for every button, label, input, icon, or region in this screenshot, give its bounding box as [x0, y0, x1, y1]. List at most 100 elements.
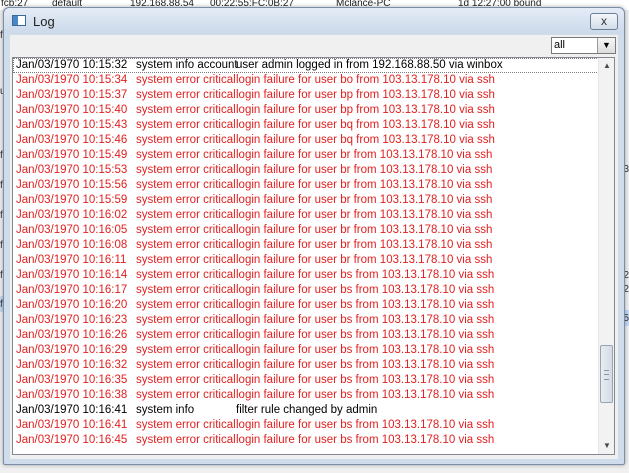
log-topics: system error critical — [136, 164, 236, 176]
log-row[interactable]: Jan/03/1970 10:16:32 system error critica… — [13, 358, 599, 373]
log-topics: system error critical — [136, 209, 236, 221]
log-row[interactable]: Jan/03/1970 10:16:45 system error critica… — [13, 433, 599, 448]
log-message: login failure for user bq from 103.13.17… — [236, 119, 495, 131]
log-time: Jan/03/1970 10:16:35 — [16, 374, 128, 386]
log-time: Jan/03/1970 10:16:11 — [16, 254, 127, 266]
topic-filter-dropdown[interactable]: all ▼ — [551, 37, 616, 54]
log-row[interactable]: Jan/03/1970 10:15:59 system error critica… — [13, 193, 599, 208]
log-row[interactable]: Jan/03/1970 10:16:38 system error critica… — [13, 388, 599, 403]
log-row[interactable]: Jan/03/1970 10:15:49 system error critica… — [13, 148, 599, 163]
log-time: Jan/03/1970 10:16:17 — [16, 284, 128, 296]
log-message: login failure for user bp from 103.13.17… — [236, 104, 495, 116]
log-topics: system error critical — [136, 239, 236, 251]
log-row[interactable]: Jan/03/1970 10:16:20 system error critica… — [13, 298, 599, 313]
log-row[interactable]: Jan/03/1970 10:15:56 system error critica… — [13, 178, 599, 193]
dropdown-arrow-icon[interactable]: ▼ — [597, 38, 615, 53]
window-title: Log — [33, 14, 55, 29]
log-topics: system error critical — [136, 419, 236, 431]
log-topics: system error critical — [136, 119, 236, 131]
log-topics: system error critical — [136, 314, 236, 326]
log-time: Jan/03/1970 10:15:34 — [16, 74, 128, 86]
scroll-thumb[interactable] — [600, 345, 613, 403]
log-topics: system error critical — [136, 344, 236, 356]
log-time: Jan/03/1970 10:16:32 — [16, 359, 128, 371]
log-time: Jan/03/1970 10:16:38 — [16, 389, 128, 401]
log-time: Jan/03/1970 10:16:45 — [16, 434, 128, 446]
log-row[interactable]: Jan/03/1970 10:15:40 system error critica… — [13, 103, 599, 118]
log-message: login failure for user br from 103.13.17… — [236, 254, 493, 266]
title-bar[interactable]: Log x — [4, 8, 624, 34]
log-topics: system error critical — [136, 254, 236, 266]
log-message: login failure for user br from 103.13.17… — [236, 164, 493, 176]
log-topics: system error critical — [136, 434, 236, 446]
log-row[interactable]: Jan/03/1970 10:16:05 system error critica… — [13, 223, 599, 238]
scroll-down-arrow-icon[interactable]: ▼ — [599, 438, 614, 454]
log-message: login failure for user bo from 103.13.17… — [236, 74, 495, 86]
vertical-scrollbar[interactable]: ▲ ▼ — [598, 58, 614, 454]
log-topics: system error critical — [136, 89, 236, 101]
log-row[interactable]: Jan/03/1970 10:16:11 system error critica… — [13, 253, 599, 268]
log-time: Jan/03/1970 10:15:56 — [16, 179, 128, 191]
log-row[interactable]: Jan/03/1970 10:16:41 system info filter ru… — [13, 403, 599, 418]
log-row[interactable]: Jan/03/1970 10:16:41 system error critica… — [13, 418, 599, 433]
log-message: login failure for user bs from 103.13.17… — [236, 269, 495, 281]
log-rows: Jan/03/1970 10:15:32 system info account u… — [13, 58, 599, 448]
log-topics: system error critical — [136, 374, 236, 386]
topic-filter-value: all — [554, 39, 566, 51]
log-message: login failure for user bp from 103.13.17… — [236, 89, 495, 101]
thumb-grip — [604, 370, 609, 380]
log-message: login failure for user br from 103.13.17… — [236, 224, 493, 236]
log-message: login failure for user bs from 103.13.17… — [236, 434, 495, 446]
close-button[interactable]: x — [590, 13, 618, 30]
log-row[interactable]: Jan/03/1970 10:15:53 system error critica… — [13, 163, 599, 178]
log-time: Jan/03/1970 10:16:14 — [16, 269, 128, 281]
log-client-area: all ▼ Jan/03/1970 10:15:32 system info ac… — [10, 35, 618, 459]
log-message: login failure for user br from 103.13.17… — [236, 209, 493, 221]
log-topics: system error critical — [136, 134, 236, 146]
log-topics: system info — [136, 404, 195, 416]
log-topics: system error critical — [136, 284, 236, 296]
log-row[interactable]: Jan/03/1970 10:15:34 system error critica… — [13, 73, 599, 88]
log-time: Jan/03/1970 10:16:20 — [16, 299, 128, 311]
log-topics: system error critical — [136, 329, 236, 341]
log-message: user admin logged in from 192.168.88.50 … — [236, 59, 503, 71]
log-row[interactable]: Jan/03/1970 10:16:26 system error critica… — [13, 328, 599, 343]
log-row[interactable]: Jan/03/1970 10:16:17 system error critica… — [13, 283, 599, 298]
log-topics: system error critical — [136, 104, 236, 116]
scroll-up-arrow-icon[interactable]: ▲ — [599, 58, 614, 74]
log-message: login failure for user bs from 103.13.17… — [236, 389, 495, 401]
log-message: login failure for user bs from 103.13.17… — [236, 314, 495, 326]
log-message: login failure for user bs from 103.13.17… — [236, 419, 495, 431]
log-time: Jan/03/1970 10:15:53 — [16, 164, 128, 176]
log-window[interactable]: Log x all ▼ Jan/03/1970 10:15:32 system i… — [3, 7, 625, 465]
log-message: filter rule changed by admin — [236, 404, 378, 416]
log-row[interactable]: Jan/03/1970 10:16:23 system error critica… — [13, 313, 599, 328]
log-message: login failure for user bs from 103.13.17… — [236, 299, 495, 311]
log-message: login failure for user bq from 103.13.17… — [236, 134, 495, 146]
log-message: login failure for user bs from 103.13.17… — [236, 374, 495, 386]
log-time: Jan/03/1970 10:16:41 — [16, 419, 128, 431]
log-time: Jan/03/1970 10:16:26 — [16, 329, 128, 341]
log-time: Jan/03/1970 10:16:05 — [16, 224, 128, 236]
log-row[interactable]: Jan/03/1970 10:16:35 system error critica… — [13, 373, 599, 388]
log-row[interactable]: Jan/03/1970 10:15:46 system error critica… — [13, 133, 599, 148]
log-row[interactable]: Jan/03/1970 10:16:08 system error critica… — [13, 238, 599, 253]
log-time: Jan/03/1970 10:16:02 — [16, 209, 128, 221]
log-topics: system error critical — [136, 224, 236, 236]
log-row[interactable]: Jan/03/1970 10:16:02 system error critica… — [13, 208, 599, 223]
log-topics: system error critical — [136, 74, 236, 86]
log-time: Jan/03/1970 10:15:49 — [16, 149, 128, 161]
log-list[interactable]: Jan/03/1970 10:15:32 system info account u… — [12, 57, 615, 455]
window-icon — [12, 15, 26, 26]
log-row[interactable]: Jan/03/1970 10:16:14 system error critica… — [13, 268, 599, 283]
log-row[interactable]: Jan/03/1970 10:15:32 system info account u… — [13, 58, 599, 73]
log-message: login failure for user bs from 103.13.17… — [236, 344, 495, 356]
log-row[interactable]: Jan/03/1970 10:15:37 system error critica… — [13, 88, 599, 103]
log-row[interactable]: Jan/03/1970 10:16:29 system error critica… — [13, 343, 599, 358]
log-row[interactable]: Jan/03/1970 10:15:43 system error critica… — [13, 118, 599, 133]
log-message: login failure for user br from 103.13.17… — [236, 149, 493, 161]
log-message: login failure for user bs from 103.13.17… — [236, 359, 495, 371]
log-time: Jan/03/1970 10:15:37 — [16, 89, 128, 101]
log-time: Jan/03/1970 10:16:29 — [16, 344, 128, 356]
log-time: Jan/03/1970 10:15:32 — [16, 59, 128, 71]
